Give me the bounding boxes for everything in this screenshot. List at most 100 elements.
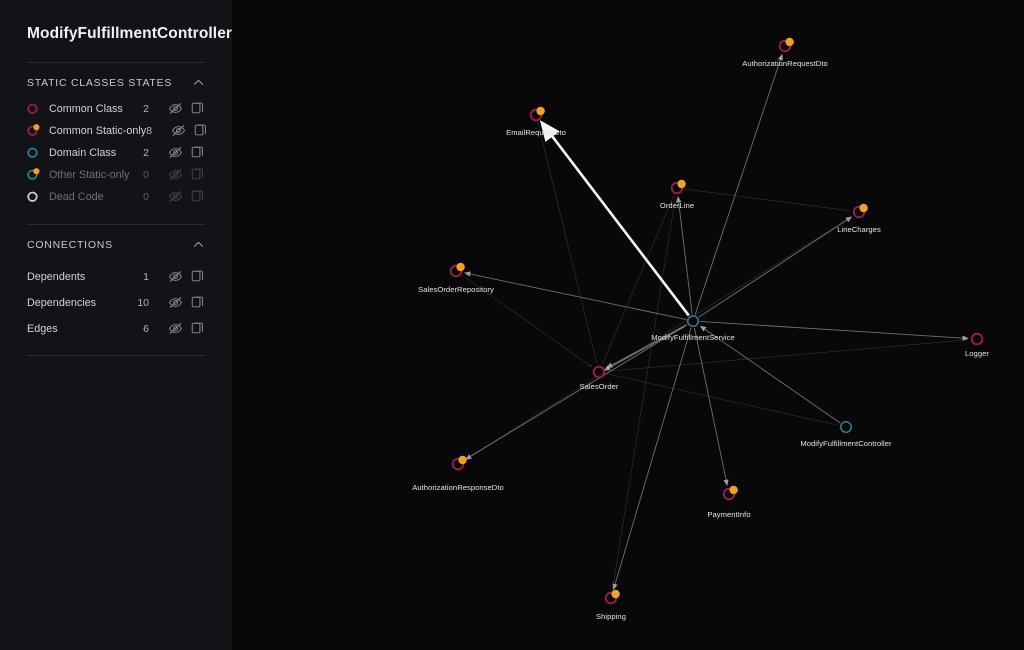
graph-edge	[603, 326, 685, 371]
graph-node[interactable]	[686, 314, 700, 328]
graph-node[interactable]	[852, 203, 868, 219]
legend-row[interactable]: Domain Class 2	[0, 142, 232, 163]
graph-canvas[interactable]: AuthorizationRequestDto EmailRequestDto Or…	[232, 0, 1024, 650]
graph-edge	[605, 339, 969, 372]
graph-edge	[693, 327, 729, 486]
eye-off-icon[interactable]	[168, 101, 183, 116]
static-marker-dot-icon	[859, 203, 868, 213]
connection-count: 10	[137, 296, 149, 309]
graph-edge	[676, 196, 693, 315]
graph-node[interactable]	[449, 262, 465, 278]
graph-edge	[699, 320, 969, 341]
graph-edge	[694, 53, 783, 315]
ring-teal-icon	[839, 420, 853, 434]
legend-label: Common Static-only	[49, 124, 147, 137]
ring-teal-icon	[27, 146, 40, 159]
ring-crimson-icon	[27, 102, 40, 115]
static-class-state-list: Common Class 2 Common Static-only 8 Domain C…	[0, 89, 232, 207]
connections-list: Dependents 1 Dependencies 10 Edges 6	[0, 251, 232, 339]
legend-count: 0	[143, 190, 149, 203]
copy-icon[interactable]	[190, 167, 205, 182]
graph-edge	[464, 271, 687, 320]
copy-icon[interactable]	[190, 101, 205, 116]
copy-icon[interactable]	[190, 321, 205, 336]
graph-node[interactable]	[451, 455, 467, 471]
static-marker-dot-icon	[458, 455, 467, 465]
legend-count: 8	[146, 124, 153, 137]
eye-off-icon[interactable]	[168, 269, 183, 284]
edge-layer	[461, 53, 969, 592]
legend-count: 2	[143, 102, 149, 115]
chevron-up-icon[interactable]	[192, 76, 205, 89]
divider	[27, 355, 205, 356]
graph-node[interactable]	[722, 485, 738, 501]
eye-off-icon[interactable]	[168, 321, 183, 336]
copy-icon[interactable]	[193, 123, 208, 138]
ring-crimson-icon	[970, 332, 984, 346]
connection-row[interactable]: Edges 6	[0, 318, 232, 339]
legend-label: Dead Code	[49, 190, 104, 203]
legend-label: Domain Class	[49, 146, 117, 159]
graph-node[interactable]	[839, 420, 853, 434]
graph-node[interactable]	[670, 179, 686, 195]
graph-node[interactable]	[970, 332, 984, 346]
connection-count: 1	[143, 270, 149, 283]
connection-row[interactable]: Dependents 1	[0, 266, 232, 287]
copy-icon[interactable]	[190, 295, 205, 310]
chevron-up-icon[interactable]	[192, 238, 205, 251]
static-marker-dot-icon	[677, 179, 686, 189]
eye-off-icon[interactable]	[168, 145, 183, 160]
graph-edge	[463, 216, 852, 461]
dependency-graph[interactable]	[232, 0, 1024, 650]
connection-label: Dependencies	[27, 296, 97, 309]
page-title: ModifyFulfillmentController	[27, 25, 233, 42]
section-title: STATIC CLASSES STATES	[27, 76, 173, 89]
graph-edge	[699, 325, 841, 424]
legend-count: 2	[143, 146, 149, 159]
ring-gray-icon	[27, 190, 40, 203]
static-marker-dot-icon	[785, 37, 794, 47]
application-window: ModifyFulfillmentController STATIC CLASS…	[0, 0, 1024, 650]
section-header-static-classes-states[interactable]: STATIC CLASSES STATES	[0, 63, 232, 89]
legend-row[interactable]: Dead Code 0	[0, 186, 232, 207]
static-marker-dot-icon	[729, 485, 738, 495]
legend-count: 0	[143, 168, 149, 181]
graph-edge	[612, 327, 692, 591]
static-marker-dot-icon	[456, 262, 465, 272]
eye-off-icon[interactable]	[168, 189, 183, 204]
section-header-connections[interactable]: CONNECTIONS	[0, 225, 232, 251]
graph-node[interactable]	[778, 37, 794, 53]
eye-off-icon[interactable]	[168, 295, 183, 310]
static-marker-dot-icon	[611, 589, 620, 599]
graph-edge	[539, 120, 690, 317]
connection-label: Dependents	[27, 270, 86, 283]
graph-node[interactable]	[604, 589, 620, 605]
ring-crimson-dot-icon	[27, 124, 40, 137]
ring-teal-dot-icon	[27, 168, 40, 181]
connection-count: 6	[143, 322, 149, 335]
copy-icon[interactable]	[190, 189, 205, 204]
section-title: CONNECTIONS	[27, 238, 113, 251]
copy-icon[interactable]	[190, 269, 205, 284]
legend-label: Common Class	[49, 102, 123, 115]
graph-edge	[683, 188, 851, 212]
graph-edge	[606, 323, 688, 369]
connection-row[interactable]: Dependencies 10	[0, 292, 232, 313]
connection-label: Edges	[27, 322, 58, 335]
legend-row[interactable]: Common Class 2	[0, 98, 232, 119]
node-layer	[449, 37, 984, 605]
static-marker-dot-icon	[536, 106, 545, 116]
eye-off-icon[interactable]	[168, 167, 183, 182]
graph-edge	[461, 274, 592, 368]
legend-label: Other Static-only	[49, 168, 130, 181]
graph-edge	[605, 373, 838, 426]
inspector-sidebar: ModifyFulfillmentController STATIC CLASS…	[0, 0, 232, 650]
legend-row[interactable]: Common Static-only 8	[0, 120, 232, 141]
ring-teal-icon	[686, 314, 700, 328]
copy-icon[interactable]	[190, 145, 205, 160]
graph-edge	[465, 324, 688, 460]
graph-edge	[698, 216, 853, 318]
legend-row[interactable]: Other Static-only 0	[0, 164, 232, 185]
eye-off-icon[interactable]	[171, 123, 186, 138]
graph-node[interactable]	[529, 106, 545, 122]
